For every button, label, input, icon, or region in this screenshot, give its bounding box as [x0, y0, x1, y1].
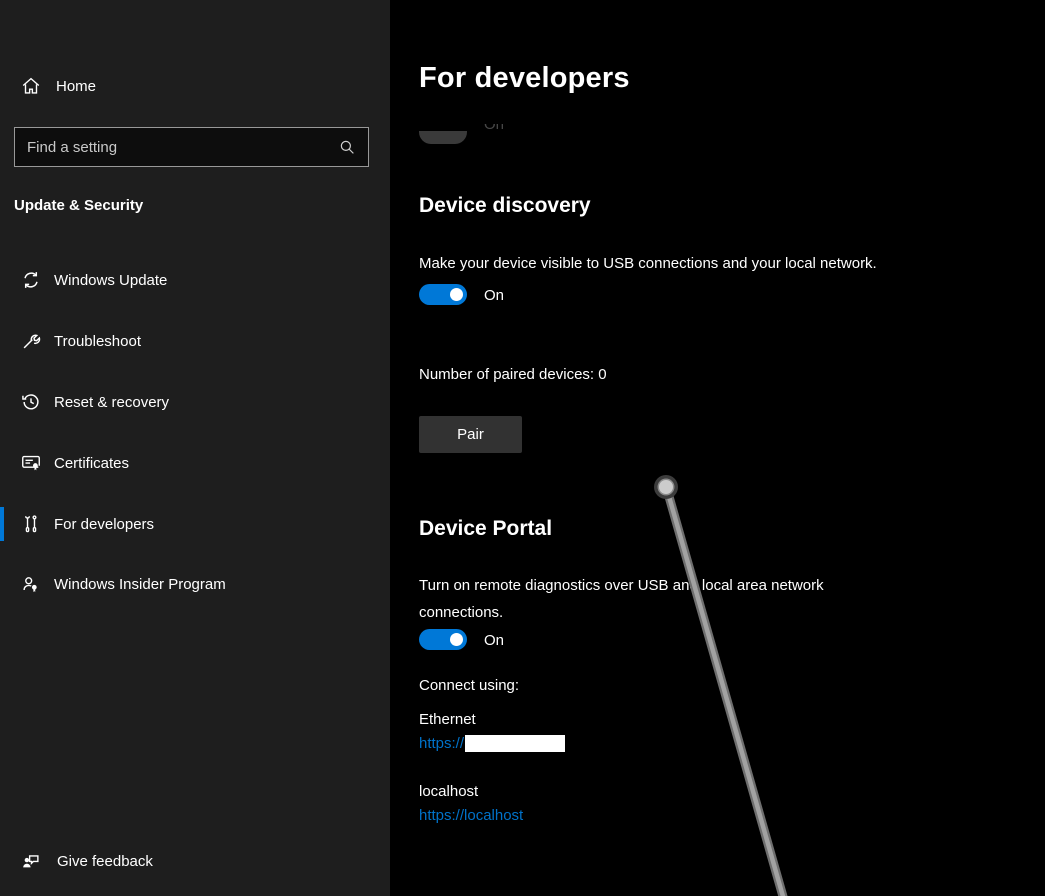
- page-title: For developers: [419, 62, 630, 95]
- connection-name-ethernet: Ethernet: [419, 711, 476, 728]
- localhost-link-line: https://localhost: [419, 807, 523, 824]
- device-portal-heading: Device Portal: [419, 517, 552, 541]
- home-icon: [20, 75, 42, 97]
- search-input[interactable]: [15, 138, 338, 157]
- device-discovery-heading: Device discovery: [419, 194, 591, 218]
- device-portal-toggle[interactable]: [419, 629, 467, 650]
- partial-toggle[interactable]: [419, 131, 467, 144]
- nav-item-label: For developers: [54, 516, 154, 533]
- sidebar-section-title: Update & Security: [14, 197, 143, 214]
- device-portal-description-line1: Turn on remote diagnostics over USB and …: [419, 577, 824, 594]
- toggle-knob: [450, 288, 463, 301]
- troubleshoot-icon: [20, 330, 42, 352]
- sidebar-item-windows-update[interactable]: Windows Update: [0, 262, 390, 298]
- device-portal-description-line2: connections.: [419, 604, 503, 621]
- sidebar: Home Update & Security Windows Update: [0, 0, 390, 896]
- give-feedback-icon: [20, 850, 42, 872]
- partial-toggle-label: On: [484, 124, 504, 141]
- for-developers-icon: [20, 513, 42, 535]
- localhost-link[interactable]: https://localhost: [419, 807, 523, 824]
- give-feedback-label: Give feedback: [57, 853, 153, 870]
- settings-window: Home Update & Security Windows Update: [0, 0, 1045, 896]
- nav-item-label: Windows Insider Program: [54, 576, 226, 593]
- windows-insider-icon: [20, 573, 42, 595]
- sidebar-item-home[interactable]: Home: [0, 68, 390, 104]
- sidebar-item-certificates[interactable]: Certificates: [0, 445, 390, 481]
- sidebar-item-give-feedback[interactable]: Give feedback: [0, 843, 390, 879]
- pair-button[interactable]: Pair: [419, 416, 522, 453]
- home-label: Home: [56, 78, 96, 95]
- main-content: For developers On Device discovery Make …: [390, 0, 1045, 896]
- nav-item-label: Certificates: [54, 455, 129, 472]
- ethernet-link-line: https://: [419, 735, 565, 752]
- device-discovery-toggle[interactable]: [419, 284, 467, 305]
- device-discovery-toggle-label: On: [484, 287, 504, 304]
- certificates-icon: [20, 452, 42, 474]
- sidebar-item-reset-recovery[interactable]: Reset & recovery: [0, 384, 390, 420]
- connect-using-label: Connect using:: [419, 677, 519, 694]
- nav-item-label: Reset & recovery: [54, 394, 169, 411]
- paired-devices-text: Number of paired devices: 0: [419, 366, 607, 383]
- search-box[interactable]: [14, 127, 369, 167]
- sidebar-item-windows-insider[interactable]: Windows Insider Program: [0, 566, 390, 602]
- windows-update-icon: [20, 269, 42, 291]
- sidebar-item-troubleshoot[interactable]: Troubleshoot: [0, 323, 390, 359]
- nav-item-label: Windows Update: [54, 272, 167, 289]
- toggle-knob: [450, 633, 463, 646]
- search-icon[interactable]: [338, 138, 356, 156]
- ethernet-link[interactable]: https://: [419, 735, 464, 752]
- device-discovery-description: Make your device visible to USB connecti…: [419, 255, 877, 272]
- device-portal-toggle-label: On: [484, 632, 504, 649]
- reset-recovery-icon: [20, 391, 42, 413]
- sidebar-item-for-developers[interactable]: For developers: [0, 506, 390, 542]
- redacted-address: [465, 735, 565, 752]
- nav-item-label: Troubleshoot: [54, 333, 141, 350]
- connection-name-localhost: localhost: [419, 783, 478, 800]
